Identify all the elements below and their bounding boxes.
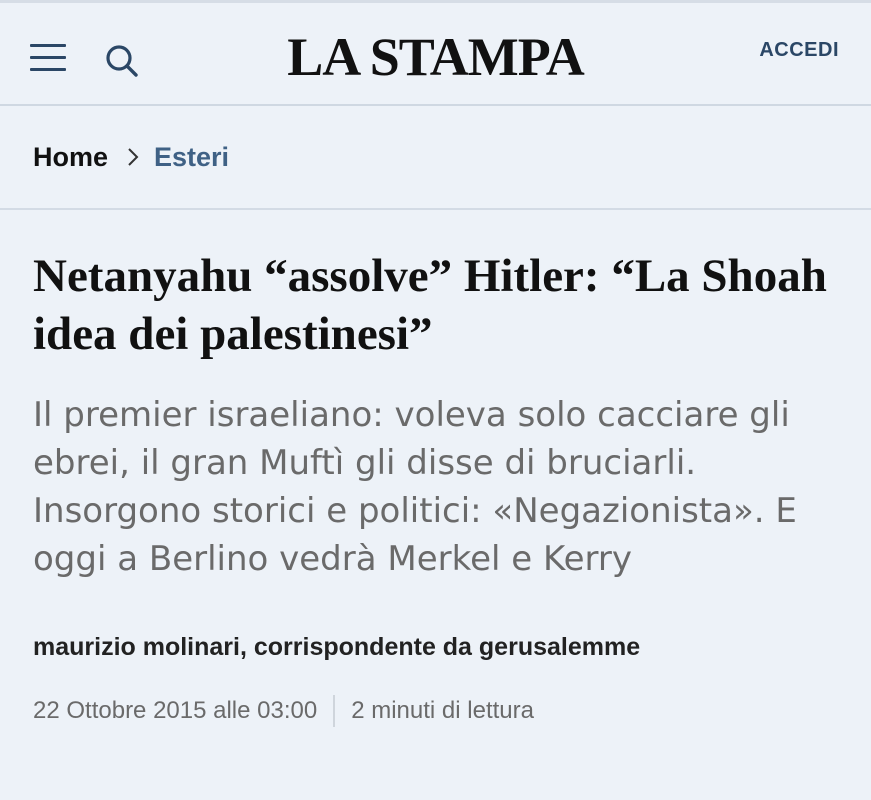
reading-time: 2 minuti di lettura xyxy=(351,697,534,724)
article: Netanyahu “assolve” Hitler: “La Shoah id… xyxy=(0,247,871,727)
site-logo[interactable]: LA STAMPA xyxy=(0,27,871,87)
article-author[interactable]: maurizio molinari, corrispondente da ger… xyxy=(33,633,838,662)
article-headline: Netanyahu “assolve” Hitler: “La Shoah id… xyxy=(33,250,827,360)
breadcrumb-home-link[interactable]: Home xyxy=(33,142,108,173)
top-bar: LA STAMPA ACCEDI xyxy=(0,0,871,106)
article-meta: 22 Ottobre 2015 alle 03:00 2 minuti di l… xyxy=(33,695,838,727)
login-button[interactable]: ACCEDI xyxy=(759,39,839,62)
breadcrumb-category-link[interactable]: Esteri xyxy=(154,142,229,173)
meta-divider xyxy=(333,695,336,727)
article-summary: Il premier israeliano: voleva solo cacci… xyxy=(33,395,797,579)
article-date: 22 Ottobre 2015 alle 03:00 xyxy=(33,697,318,724)
breadcrumb: Home Esteri xyxy=(0,106,871,210)
chevron-right-icon xyxy=(126,146,140,168)
